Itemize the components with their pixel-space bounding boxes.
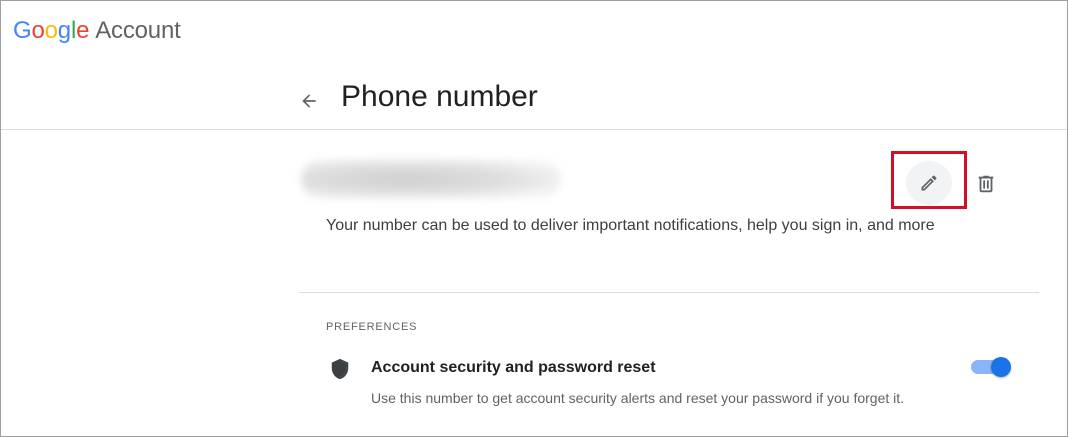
phone-usage-description: Your number can be used to deliver impor… — [326, 217, 935, 234]
pref-item-description: Use this number to get account security … — [371, 390, 905, 406]
preferences-heading: PREFERENCES — [326, 321, 418, 333]
account-security-toggle[interactable] — [969, 357, 1013, 377]
logo-letter: e — [76, 17, 90, 44]
trash-icon — [978, 175, 994, 193]
header-divider — [1, 129, 1067, 130]
section-divider — [299, 292, 1039, 293]
arrow-back-icon — [302, 94, 316, 108]
logo-product-name: Account — [95, 17, 181, 44]
logo-letter: g — [57, 17, 71, 44]
google-account-window: Google Account Phone number Your number c… — [0, 0, 1068, 437]
phone-number-value-redacted — [301, 159, 561, 199]
pref-item-title: Account security and password reset — [371, 359, 656, 376]
logo-letter: o — [31, 17, 45, 44]
page-title: Phone number — [341, 80, 538, 113]
shield-icon — [331, 358, 349, 380]
edit-button-highlight — [891, 151, 967, 209]
logo-letter: o — [44, 17, 58, 44]
logo-letter: G — [13, 17, 32, 44]
back-button[interactable] — [293, 85, 325, 117]
google-account-logo[interactable]: Google Account — [13, 17, 181, 45]
toggle-knob — [991, 357, 1011, 377]
delete-phone-button[interactable] — [971, 169, 1001, 199]
